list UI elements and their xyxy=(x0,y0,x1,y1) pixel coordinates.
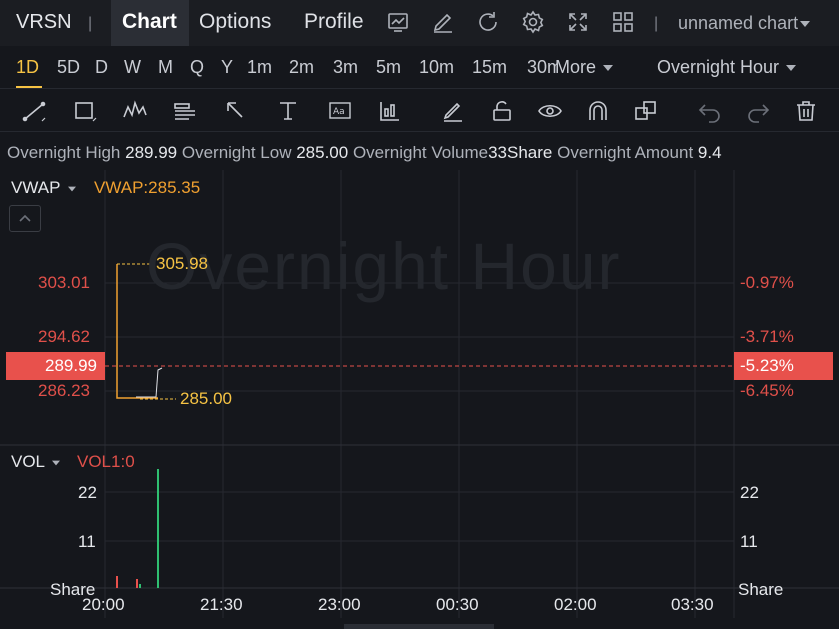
chart-canvas[interactable] xyxy=(0,0,839,629)
volume-tick: 11 xyxy=(740,532,758,551)
chevron-up-icon xyxy=(19,214,31,222)
volume-value: VOL1:0 xyxy=(77,452,135,471)
high-marker-label: 305.98 xyxy=(156,254,208,273)
price-tick: 303.01 xyxy=(38,273,90,292)
time-tick: 02:00 xyxy=(554,595,597,614)
percent-tick: -3.71% xyxy=(740,327,794,346)
current-percent-badge: -5.23% xyxy=(734,352,833,380)
low-marker-label: 285.00 xyxy=(180,389,232,408)
volume-tick: 11 xyxy=(78,532,96,551)
chart-scrollbar[interactable] xyxy=(344,624,494,629)
chevron-down-icon xyxy=(52,460,61,465)
volume-bar xyxy=(136,579,138,588)
volume-unit: Share xyxy=(738,580,784,599)
volume-bar xyxy=(139,584,141,588)
volume-bar xyxy=(157,469,159,588)
price-line xyxy=(136,367,163,398)
percent-tick: -0.97% xyxy=(740,273,794,292)
time-tick: 23:00 xyxy=(318,595,361,614)
indicator-name: VWAP xyxy=(11,178,61,197)
volume-bar xyxy=(116,576,118,588)
vwap-value: VWAP:285.35 xyxy=(94,178,201,197)
current-price-badge: 289.99 xyxy=(6,352,105,380)
session-watermark: Overnight Hour xyxy=(146,229,622,303)
price-tick: 294.62 xyxy=(38,327,90,346)
time-tick: 00:30 xyxy=(436,595,479,614)
collapse-button[interactable] xyxy=(9,205,41,232)
chevron-down-icon xyxy=(67,186,76,191)
indicator-selector[interactable]: VWAP xyxy=(11,178,77,198)
volume-tick: 22 xyxy=(78,483,97,502)
volume-indicator-selector[interactable]: VOL xyxy=(11,452,61,472)
time-tick: 20:00 xyxy=(82,595,125,614)
volume-bars xyxy=(116,469,159,588)
volume-tick: 22 xyxy=(740,483,759,502)
price-tick: 286.23 xyxy=(38,381,90,400)
time-tick: 21:30 xyxy=(200,595,243,614)
volume-indicator-name: VOL xyxy=(11,452,45,471)
time-tick: 03:30 xyxy=(671,595,714,614)
percent-tick: -6.45% xyxy=(740,381,794,400)
